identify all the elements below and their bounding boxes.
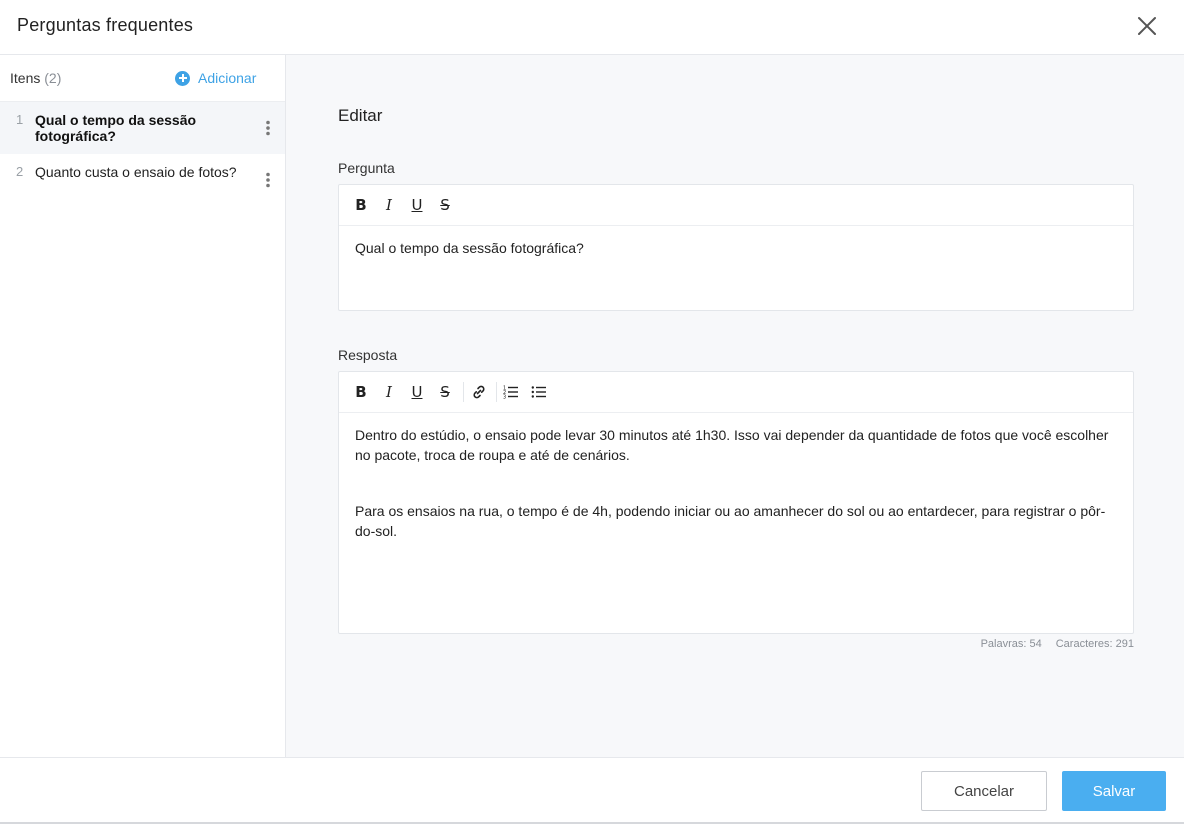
underline-button[interactable]: U [406, 195, 428, 215]
word-counter: Palavras: 54 Caracteres: 291 [981, 638, 1134, 650]
items-sidebar: Itens (2) Adicionar 1 Qual o tempo da se… [0, 55, 286, 757]
plus-circle-icon [175, 70, 190, 86]
strikethrough-button[interactable]: S [434, 382, 456, 402]
toolbar-divider [496, 382, 497, 402]
question-editor: B I U S Qual o tempo da sessão fotográfi… [338, 184, 1134, 311]
question-toolbar: B I U S [339, 185, 1133, 226]
bullet-list-icon [531, 386, 546, 398]
edit-panel: Editar Pergunta B I U S Qual o tempo da … [286, 55, 1184, 757]
italic-button[interactable]: I [378, 195, 400, 215]
answer-label: Resposta [338, 347, 398, 363]
item-options-button[interactable] [262, 120, 274, 136]
faq-item-text: Qual o tempo da sessão fotográfica? [35, 112, 197, 144]
faq-item-number: 2 [16, 164, 24, 179]
character-count: Caracteres: 291 [1055, 638, 1134, 650]
items-count: (2) [44, 70, 62, 86]
faq-modal: Perguntas frequentes Itens (2) Adicionar… [0, 0, 1184, 824]
save-button[interactable]: Salvar [1062, 771, 1166, 811]
answer-input[interactable]: Dentro do estúdio, o ensaio pode levar 3… [355, 425, 1115, 541]
answer-editor: B I U S 1 2 3 Dentro do estúdio, o ensai… [338, 371, 1134, 634]
faq-item-text: Quanto custa o ensaio de fotos? [35, 164, 237, 180]
svg-text:3: 3 [503, 395, 506, 401]
add-item-button[interactable]: Adicionar [175, 69, 256, 87]
answer-paragraph-2: Para os ensaios na rua, o tempo é de 4h,… [355, 503, 1106, 539]
link-button[interactable] [468, 382, 490, 402]
modal-title: Perguntas frequentes [17, 15, 194, 35]
cancel-button[interactable]: Cancelar [921, 771, 1047, 811]
bold-button[interactable]: B [350, 195, 372, 215]
edit-title: Editar [338, 106, 383, 125]
more-vertical-icon [266, 172, 270, 188]
add-item-label: Adicionar [198, 70, 257, 86]
answer-toolbar: B I U S 1 2 3 [339, 372, 1133, 413]
question-label: Pergunta [338, 160, 395, 176]
word-count: Palavras: 54 [980, 638, 1042, 650]
italic-button[interactable]: I [378, 382, 400, 402]
item-options-button[interactable] [262, 172, 274, 188]
answer-paragraph-1: Dentro do estúdio, o ensaio pode levar 3… [355, 427, 1109, 463]
faq-item-number: 1 [16, 112, 24, 127]
modal-header: Perguntas frequentes [0, 0, 1184, 55]
strikethrough-button[interactable]: S [434, 195, 456, 215]
toolbar-divider [463, 382, 464, 402]
close-button[interactable] [1134, 13, 1160, 39]
bullet-list-button[interactable] [528, 382, 550, 402]
question-input[interactable]: Qual o tempo da sessão fotográfica? [355, 238, 1115, 258]
faq-list-item-1[interactable]: 1 Qual o tempo da sessão fotográfica? [0, 102, 285, 154]
modal-footer: Cancelar Salvar [0, 757, 1184, 824]
link-icon [473, 385, 485, 399]
items-label: Itens (2) [10, 70, 61, 86]
more-vertical-icon [266, 120, 270, 136]
ordered-list-button[interactable]: 1 2 3 [500, 382, 522, 402]
sidebar-header: Itens (2) Adicionar [0, 55, 285, 102]
items-label-text: Itens [10, 70, 41, 86]
faq-list-item-2[interactable]: 2 Quanto custa o ensaio de fotos? [0, 154, 285, 206]
underline-button[interactable]: U [406, 382, 428, 402]
close-icon [1138, 17, 1156, 35]
ordered-list-icon: 1 2 3 [503, 386, 518, 401]
bold-button[interactable]: B [350, 382, 372, 402]
